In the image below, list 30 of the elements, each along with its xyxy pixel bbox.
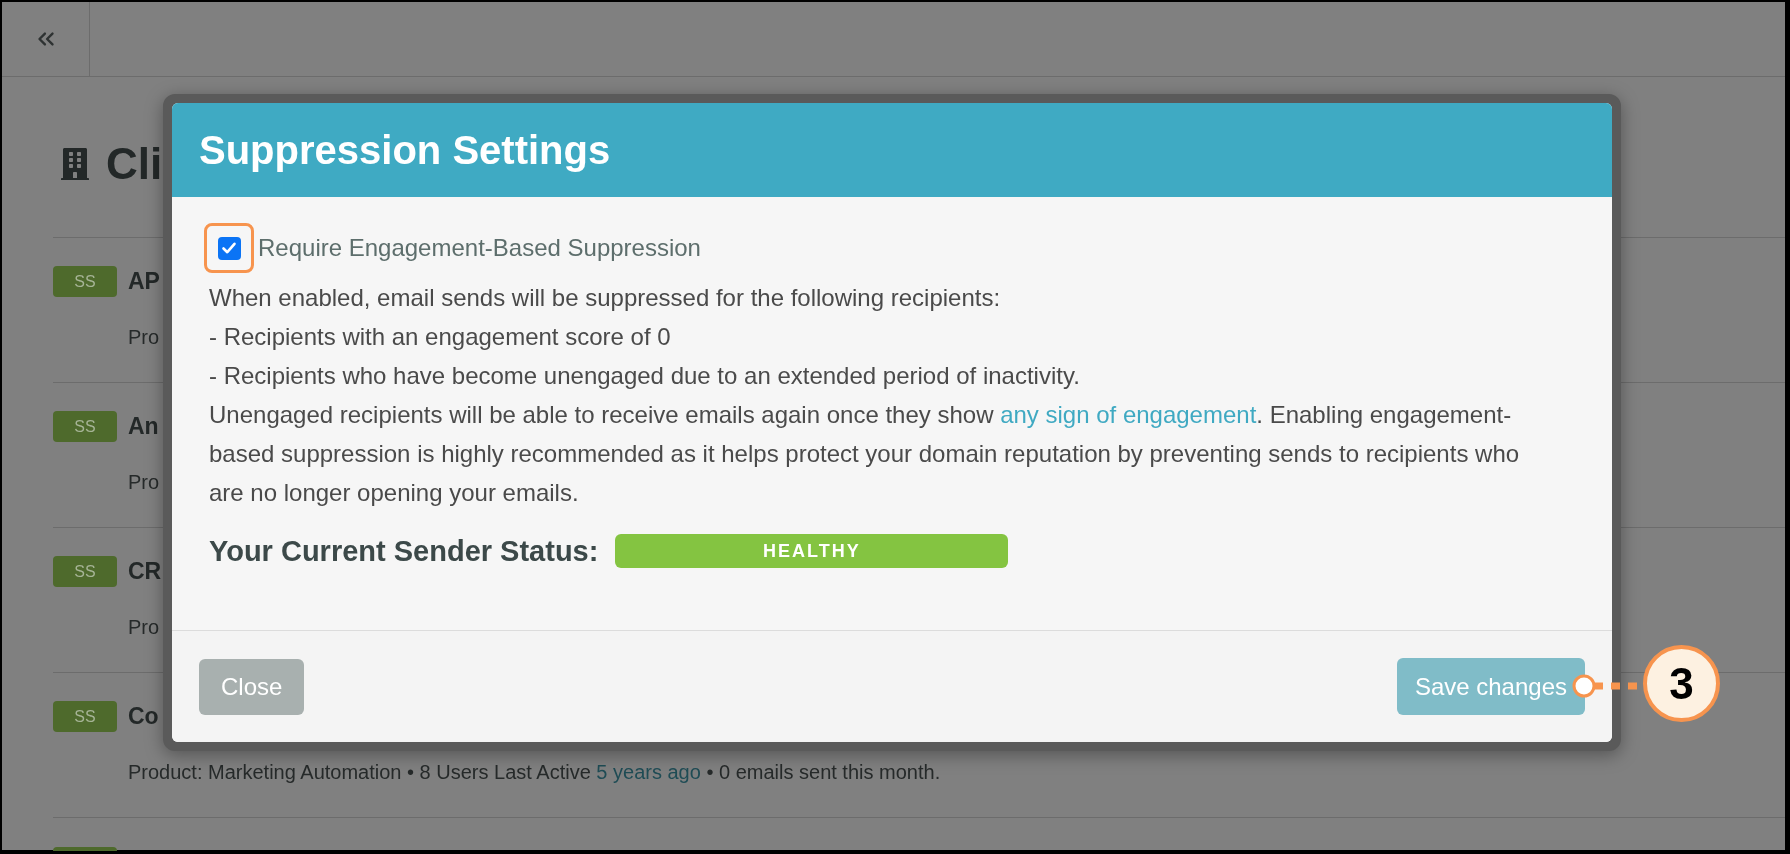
product-details: Product: Marketing Automation • 8 Users Last Active 5 years ago • 0 emails sent this month. xyxy=(128,762,941,782)
description-paragraph: Unengaged recipients will be able to receive emails again once they show any sign of engagement. Enabling engagement-based suppression is highly recommended as it helps protect your domain reputation by preventing sends to recipients who are no longer opening your emails. xyxy=(209,400,1521,508)
client-name-link[interactable]: AP xyxy=(128,270,160,293)
building-icon xyxy=(61,148,89,180)
last-active-link[interactable]: 5 years ago xyxy=(596,761,701,783)
checkbox[interactable] xyxy=(217,236,241,260)
tag-badge xyxy=(53,847,117,851)
product-details: Pro xyxy=(128,472,160,492)
check-icon xyxy=(221,240,237,256)
checkbox-label[interactable]: Require Engagement-Based Suppression xyxy=(258,236,701,260)
client-name-link[interactable]: Co xyxy=(128,705,159,728)
step-number-badge: 3 xyxy=(1643,645,1720,722)
product-details: Pro xyxy=(128,327,160,347)
client-name-link[interactable]: An xyxy=(128,415,159,438)
page-title: Cli xyxy=(106,142,163,186)
bullet-text: - Recipients with an engagement score of 0 xyxy=(209,322,671,352)
client-name-link[interactable]: CR xyxy=(128,560,162,583)
tag-badge: SS xyxy=(53,556,117,587)
close-button[interactable]: Close xyxy=(199,658,305,715)
tag-badge: SS xyxy=(53,266,117,297)
tag-badge: SS xyxy=(53,701,117,732)
bullet-text: - Recipients who have become unengaged due to an extended period of inactivity. xyxy=(209,361,1080,391)
status-badge: HEALTHY xyxy=(615,534,1009,568)
engagement-link[interactable]: any sign of engagement xyxy=(1000,401,1257,428)
intro-text: When enabled, email sends will be suppressed for the following recipients: xyxy=(209,283,1001,313)
dialog-title: Suppression Settings xyxy=(199,130,611,170)
sender-status-label: Your Current Sender Status: xyxy=(209,536,599,566)
product-details: Pro xyxy=(128,617,160,637)
tag-badge: SS xyxy=(53,411,117,442)
save-button[interactable]: Save changes xyxy=(1396,658,1585,715)
